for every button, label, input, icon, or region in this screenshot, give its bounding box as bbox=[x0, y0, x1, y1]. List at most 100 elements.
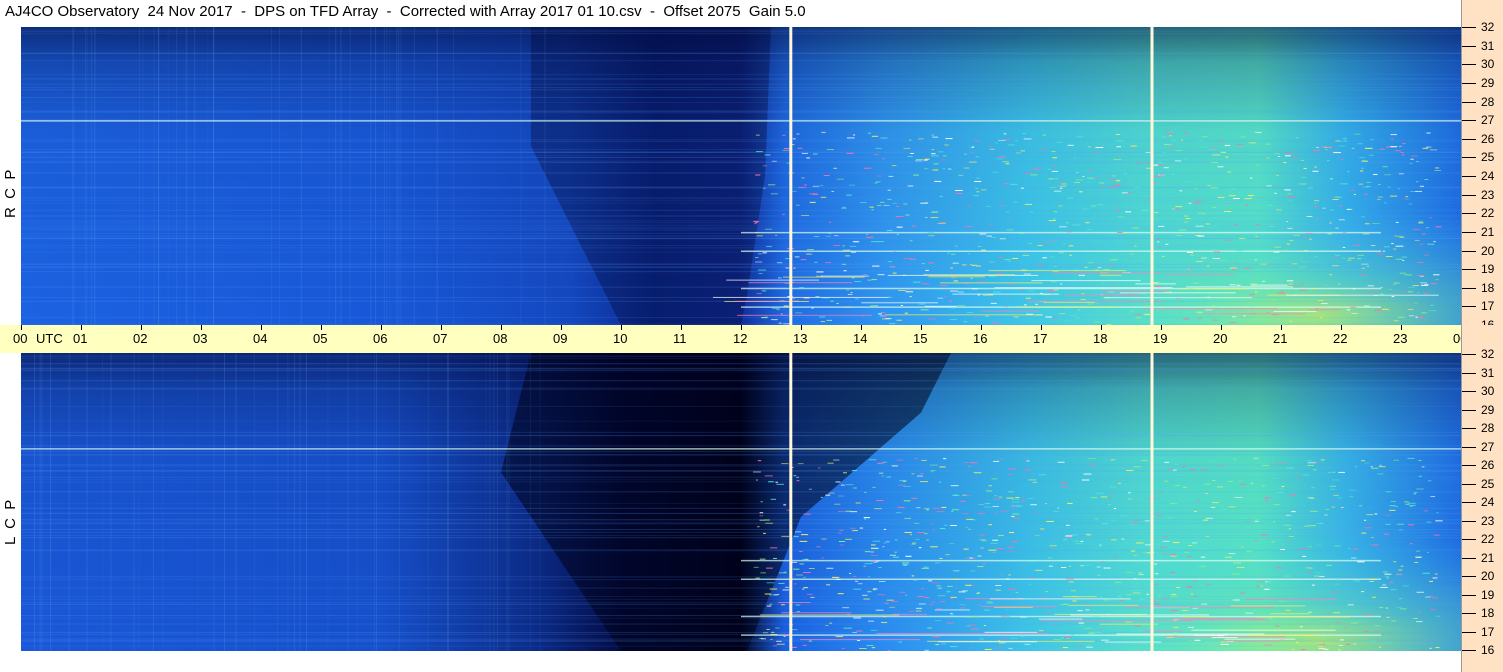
signal-speckle bbox=[1331, 506, 1336, 508]
interference-stripe bbox=[194, 27, 196, 325]
signal-speckle bbox=[1342, 630, 1347, 632]
signal-speckle bbox=[1285, 528, 1290, 530]
signal-speckle bbox=[1357, 561, 1365, 563]
signal-speckle bbox=[963, 548, 969, 550]
signal-speckle bbox=[829, 622, 833, 624]
spectral-line bbox=[21, 388, 1461, 390]
interference-stripe bbox=[306, 353, 308, 651]
signal-speckle bbox=[1145, 162, 1150, 164]
signal-speckle bbox=[1048, 178, 1053, 180]
signal-speckle bbox=[1397, 188, 1400, 190]
signal-speckle bbox=[951, 509, 960, 511]
spectral-line bbox=[21, 215, 1461, 217]
signal-speckle bbox=[827, 462, 834, 464]
interference-stripe bbox=[138, 353, 140, 651]
signal-speckle bbox=[1299, 289, 1307, 291]
signal-speckle bbox=[852, 530, 858, 532]
time-tick-mark bbox=[321, 325, 322, 330]
signal-speckle bbox=[795, 604, 801, 606]
signal-speckle bbox=[1051, 151, 1056, 153]
time-tick-label: 17 bbox=[1033, 331, 1048, 346]
signal-speckle bbox=[1274, 192, 1277, 194]
signal-speckle bbox=[1190, 254, 1194, 256]
signal-speckle bbox=[820, 196, 827, 198]
signal-speckle bbox=[1308, 611, 1312, 613]
signal-speckle bbox=[1383, 202, 1388, 204]
time-marker-line bbox=[1150, 27, 1154, 325]
signal-speckle bbox=[1418, 222, 1424, 224]
signal-speckle bbox=[940, 221, 946, 223]
interference-stripe bbox=[349, 27, 351, 325]
signal-speckle bbox=[894, 539, 898, 541]
spectral-line bbox=[21, 244, 1461, 246]
freq-tick-label: 18 bbox=[1481, 280, 1495, 295]
signal-speckle bbox=[1196, 500, 1200, 502]
spectral-line bbox=[21, 33, 1461, 35]
signal-speckle bbox=[1117, 482, 1121, 484]
rcp-frequency-axis: 3231302928272625242322212019181716 bbox=[1461, 0, 1503, 331]
time-tick-label: 09 bbox=[553, 331, 568, 346]
signal-speckle bbox=[981, 540, 987, 542]
signal-speckle bbox=[995, 589, 1001, 591]
signal-speckle bbox=[769, 603, 773, 605]
signal-speckle bbox=[1260, 263, 1268, 265]
signal-speckle bbox=[1430, 304, 1434, 306]
signal-speckle bbox=[1390, 501, 1397, 503]
signal-speckle bbox=[921, 588, 924, 590]
signal-speckle bbox=[1333, 494, 1339, 496]
signal-speckle bbox=[1203, 640, 1211, 642]
freq-tick-label: 30 bbox=[1481, 384, 1495, 398]
signal-speckle bbox=[1209, 460, 1216, 462]
signal-speckle bbox=[1390, 146, 1398, 148]
signal-speckle bbox=[1266, 311, 1269, 313]
signal-speckle bbox=[793, 536, 799, 538]
signal-speckle bbox=[903, 485, 912, 487]
signal-speckle bbox=[913, 174, 919, 176]
signal-speckle bbox=[1271, 577, 1278, 579]
signal-speckle bbox=[1143, 305, 1150, 307]
signal-speckle bbox=[916, 607, 922, 609]
signal-speckle bbox=[1041, 597, 1047, 599]
signal-speckle bbox=[870, 554, 879, 556]
signal-speckle bbox=[1048, 565, 1054, 567]
interference-stripe bbox=[508, 353, 510, 651]
signal-speckle bbox=[877, 204, 882, 206]
signal-speckle bbox=[1165, 517, 1174, 519]
signal-speckle bbox=[1418, 475, 1422, 477]
signal-speckle bbox=[770, 193, 778, 195]
signal-speckle bbox=[1110, 519, 1116, 521]
signal-speckle bbox=[1243, 315, 1246, 317]
signal-speckle bbox=[1340, 183, 1349, 185]
freq-tick-mark bbox=[1462, 372, 1476, 374]
signal-speckle bbox=[1286, 467, 1294, 469]
signal-speckle bbox=[875, 609, 884, 611]
signal-speckle bbox=[1059, 226, 1067, 228]
signal-speckle bbox=[959, 604, 966, 606]
signal-speckle bbox=[874, 153, 879, 155]
signal-speckle bbox=[806, 157, 811, 159]
signal-speckle bbox=[1307, 464, 1314, 466]
signal-speckle bbox=[1353, 643, 1356, 645]
signal-speckle bbox=[1405, 503, 1410, 505]
signal-speckle bbox=[1159, 155, 1165, 157]
signal-speckle bbox=[891, 165, 897, 167]
signal-speckle bbox=[839, 529, 844, 531]
signal-speckle bbox=[1224, 144, 1231, 146]
signal-speckle bbox=[1276, 491, 1284, 493]
signal-speckle bbox=[926, 509, 929, 511]
signal-speckle bbox=[971, 146, 975, 148]
signal-speckle bbox=[1158, 162, 1164, 164]
signal-speckle bbox=[1265, 143, 1271, 145]
signal-speckle bbox=[888, 323, 896, 325]
interference-stripe bbox=[133, 353, 135, 651]
signal-speckle bbox=[1180, 306, 1183, 308]
signal-speckle bbox=[996, 158, 1004, 160]
interference-stripe bbox=[520, 27, 522, 325]
spectral-line bbox=[21, 199, 1461, 201]
signal-speckle bbox=[1069, 254, 1072, 256]
signal-speckle bbox=[1201, 603, 1208, 605]
signal-speckle bbox=[825, 625, 829, 627]
signal-speckle bbox=[923, 508, 930, 510]
signal-speckle bbox=[1072, 224, 1081, 226]
time-tick-label: 03 bbox=[193, 331, 208, 346]
